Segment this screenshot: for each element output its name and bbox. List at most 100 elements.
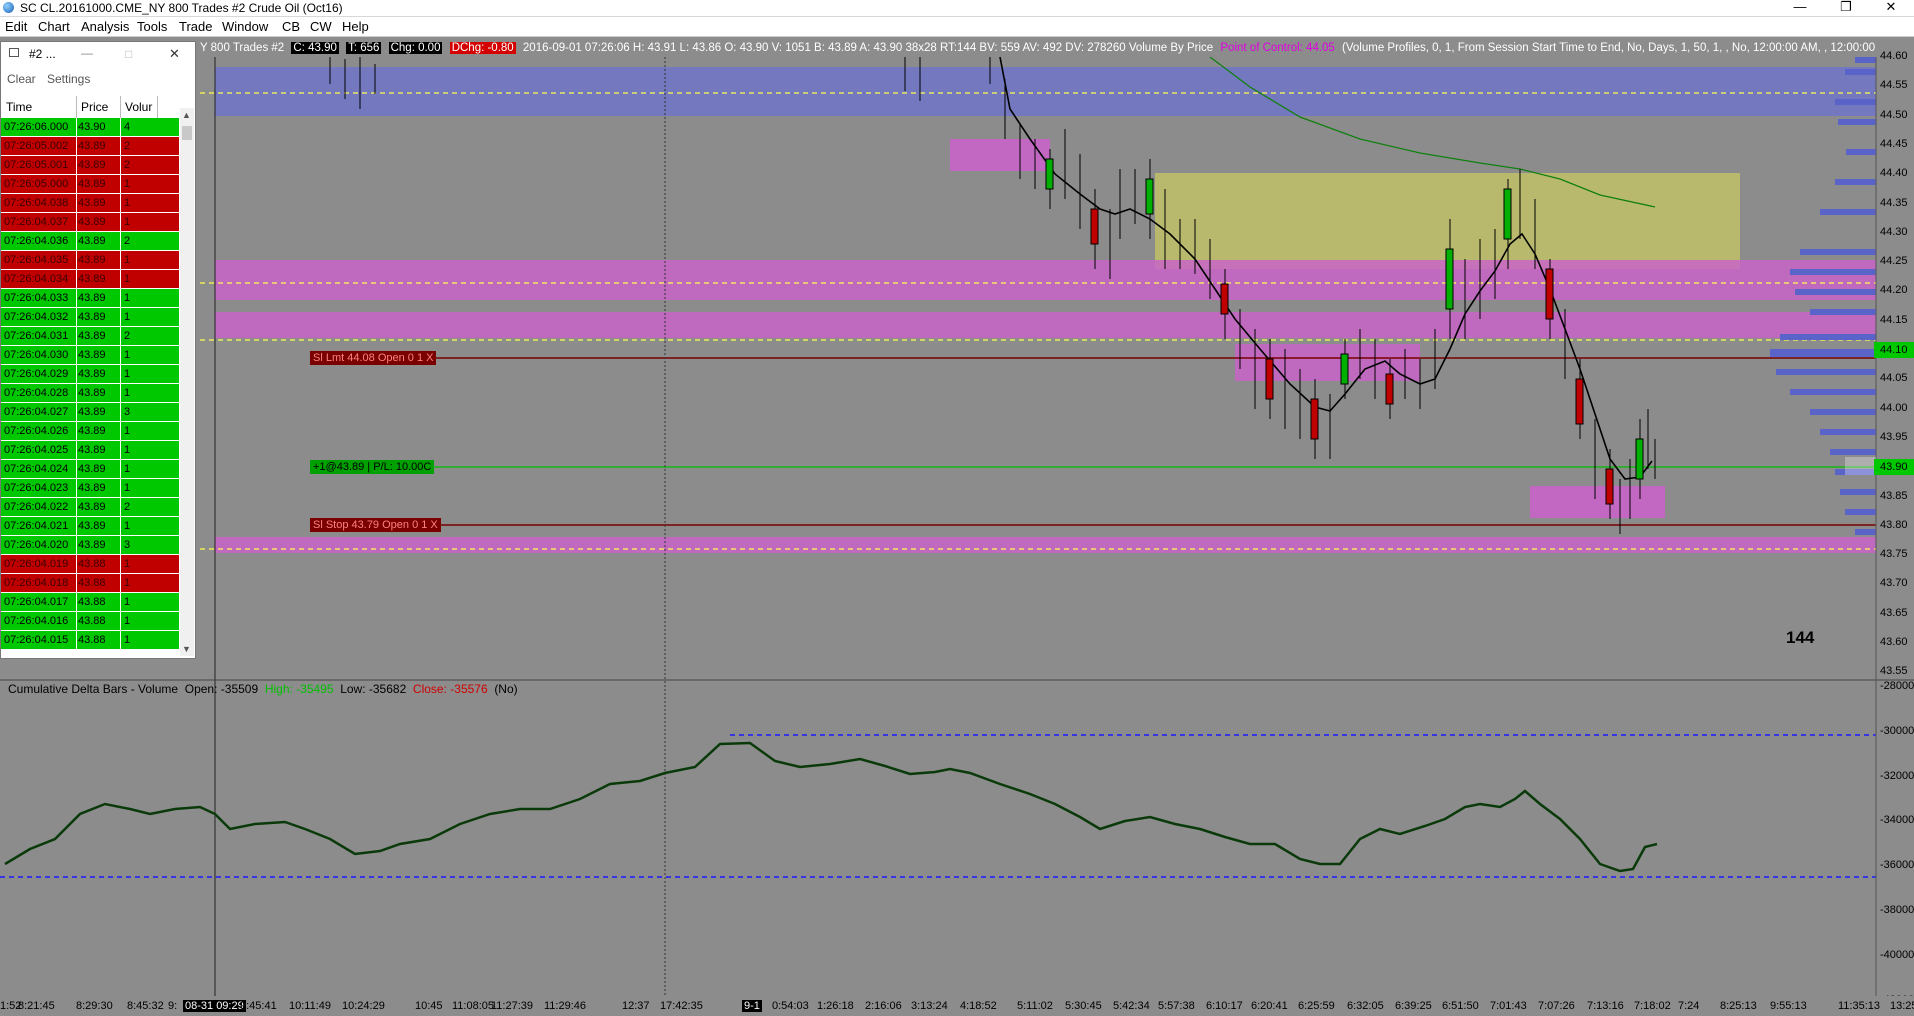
table-row[interactable]: 07:26:06.000 43.90 4: [1, 118, 179, 137]
ts-cell-vol: 1: [124, 558, 131, 570]
ts-cell-divider: [120, 194, 121, 213]
ts-cell-price: 43.88: [78, 634, 106, 646]
ts-cell-divider: [120, 213, 121, 232]
ts-close-button[interactable]: ✕: [169, 46, 180, 62]
menu-analysis[interactable]: Analysis: [81, 19, 129, 34]
table-row[interactable]: 07:26:04.017 43.88 1: [1, 593, 179, 612]
time-axis-label: 5:11:02: [1017, 1000, 1053, 1012]
time-axis-label: 17:42:35: [660, 1000, 703, 1012]
menu-window[interactable]: Window: [222, 19, 268, 34]
time-and-sales-window[interactable]: #2 ... — □ ✕ Clear Settings Time Price V…: [0, 41, 196, 659]
table-row[interactable]: 07:26:04.031 43.89 2: [1, 327, 179, 346]
time-axis: 1:52 8:21:45 8:29:30 8:45:32 9: 08-31 09:29 9:…: [0, 996, 1914, 1016]
table-row[interactable]: 07:26:04.022 43.89 2: [1, 498, 179, 517]
ts-col-price[interactable]: Price: [81, 100, 108, 114]
price-axis-label: 43.95: [1880, 430, 1908, 443]
scroll-up-icon[interactable]: ▲: [182, 110, 191, 120]
ts-cell-divider: [120, 574, 121, 593]
ts-cell-time: 07:26:04.019: [4, 558, 69, 570]
table-row[interactable]: 07:26:04.021 43.89 1: [1, 517, 179, 536]
ts-cell-divider: [76, 479, 77, 498]
ts-cell-price: 43.89: [78, 349, 106, 361]
menu-tools[interactable]: Tools: [137, 19, 167, 34]
price-axis-label: 44.05: [1880, 372, 1908, 385]
table-row[interactable]: 07:26:04.038 43.89 1: [1, 194, 179, 213]
table-row[interactable]: 07:26:04.029 43.89 1: [1, 365, 179, 384]
table-row[interactable]: 07:26:04.015 43.88 1: [1, 631, 179, 650]
ts-cell-divider: [120, 232, 121, 251]
ts-cell-divider: [76, 384, 77, 403]
scroll-thumb[interactable]: [182, 126, 192, 140]
table-row[interactable]: 07:26:04.033 43.89 1: [1, 289, 179, 308]
price-axis-label: 44.10: [1874, 342, 1914, 358]
study-params: (Volume Profiles, 0, 1, From Session Sta…: [1342, 42, 1876, 54]
table-row[interactable]: 07:26:04.024 43.89 1: [1, 460, 179, 479]
minimize-button[interactable]: —: [1777, 0, 1823, 16]
window-title-bar: SC CL.20161000.CME_NY 800 Trades #2 Crud…: [0, 0, 1914, 17]
ts-col-divider: [120, 96, 121, 118]
ts-cell-divider: [120, 118, 121, 137]
menu-chart[interactable]: Chart: [38, 19, 70, 34]
table-row[interactable]: 07:26:04.025 43.89 1: [1, 441, 179, 460]
table-row[interactable]: 07:26:04.034 43.89 1: [1, 270, 179, 289]
time-axis-label: 11:35:13: [1838, 1000, 1881, 1012]
ts-cell-vol: 1: [124, 444, 131, 456]
table-row[interactable]: 07:26:05.001 43.89 2: [1, 156, 179, 175]
price-axis-label: 44.35: [1880, 196, 1908, 209]
menu-help[interactable]: Help: [342, 19, 369, 34]
table-row[interactable]: 07:26:04.019 43.88 1: [1, 555, 179, 574]
ts-cell-divider: [120, 251, 121, 270]
ts-col-time[interactable]: Time: [6, 100, 32, 114]
table-row[interactable]: 07:26:04.023 43.89 1: [1, 479, 179, 498]
table-row[interactable]: 07:26:04.036 43.89 2: [1, 232, 179, 251]
table-row[interactable]: 07:26:04.032 43.89 1: [1, 308, 179, 327]
table-row[interactable]: 07:26:04.026 43.89 1: [1, 422, 179, 441]
time-axis-label: 6:20:41: [1251, 1000, 1288, 1012]
table-row[interactable]: 07:26:05.002 43.89 2: [1, 137, 179, 156]
menu-cb[interactable]: CB: [282, 19, 300, 34]
target-order-label[interactable]: Sl Lmt 44.08 Open 0 1 X: [310, 351, 437, 365]
ts-cell-divider: [76, 346, 77, 365]
ts-settings-button[interactable]: Settings: [47, 72, 90, 86]
ts-toolbar: Clear Settings: [1, 70, 195, 88]
scroll-down-icon[interactable]: ▼: [182, 644, 191, 654]
table-row[interactable]: 07:26:04.028 43.89 1: [1, 384, 179, 403]
table-row[interactable]: 07:26:04.018 43.88 1: [1, 574, 179, 593]
ts-cell-divider: [120, 308, 121, 327]
menu-trade[interactable]: Trade: [179, 19, 212, 34]
table-row[interactable]: 07:26:04.030 43.89 1: [1, 346, 179, 365]
ts-cell-divider: [76, 270, 77, 289]
time-axis-label: 8:21:45: [18, 1000, 55, 1012]
ts-restore-button[interactable]: □: [125, 47, 132, 61]
last-price-badge: C: 43.90: [291, 42, 339, 54]
stop-order-label[interactable]: Sl Stop 43.79 Open 0 1 X: [310, 518, 441, 532]
delta-close: Close: -35576: [412, 682, 488, 696]
ts-cell-divider: [76, 403, 77, 422]
ts-cell-divider: [120, 498, 121, 517]
ts-cell-vol: 1: [124, 596, 131, 608]
table-row[interactable]: 07:26:04.027 43.89 3: [1, 403, 179, 422]
ts-scrollbar[interactable]: ▲ ▼: [180, 108, 194, 656]
cumulative-delta-bars: [4, 741, 1658, 873]
position-label[interactable]: +1@43.89 | P/L: 10.00C: [310, 460, 435, 474]
ts-cell-price: 43.89: [78, 482, 106, 494]
ts-cell-vol: 1: [124, 577, 131, 589]
table-row[interactable]: 07:26:04.016 43.88 1: [1, 612, 179, 631]
restore-button[interactable]: ❐: [1823, 0, 1869, 16]
ts-cell-vol: 1: [124, 273, 131, 285]
time-axis-label: 08-31 09:29: [183, 1000, 246, 1012]
close-button[interactable]: ✕: [1868, 0, 1914, 16]
table-row[interactable]: 07:26:04.020 43.89 3: [1, 536, 179, 555]
ts-minimize-button[interactable]: —: [81, 46, 93, 60]
menu-edit[interactable]: Edit: [5, 19, 27, 34]
ts-clear-button[interactable]: Clear: [7, 72, 36, 86]
table-row[interactable]: 07:26:04.035 43.89 1: [1, 251, 179, 270]
table-row[interactable]: 07:26:05.000 43.89 1: [1, 175, 179, 194]
ts-col-volume[interactable]: Volur: [125, 100, 152, 114]
table-row[interactable]: 07:26:04.037 43.89 1: [1, 213, 179, 232]
ts-cell-time: 07:26:05.002: [4, 140, 69, 152]
ts-cell-time: 07:26:04.028: [4, 387, 69, 399]
menu-cw[interactable]: CW: [310, 19, 332, 34]
ts-cell-price: 43.88: [78, 558, 106, 570]
chart-canvas[interactable]: [0, 39, 1914, 1016]
